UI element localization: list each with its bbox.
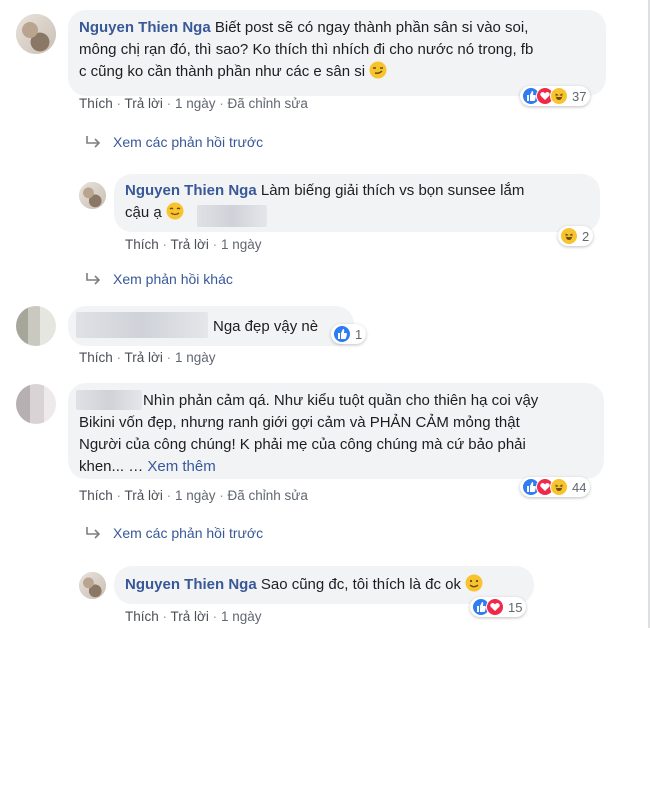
like-link[interactable]: Thích [125, 609, 159, 624]
comment-actions: Thích · Trả lời · 1 ngày · Đã chỉnh sửa [79, 96, 308, 111]
comment-text: Nguyen Thien Nga Làm biếng giải thích vs… [125, 182, 525, 221]
reply-arrow-icon [86, 136, 101, 148]
reaction-count: 1 [355, 326, 363, 342]
smile-emoji [465, 574, 483, 592]
like-link[interactable]: Thích [79, 96, 113, 111]
like-link[interactable]: Thích [79, 350, 113, 365]
reaction-summary[interactable]: 2 [558, 226, 594, 246]
blurred-content [197, 205, 267, 227]
timestamp[interactable]: 1 ngày [175, 96, 216, 111]
comment-text: Nguyen Thien Nga Biết post sẽ có ngay th… [79, 19, 534, 80]
comment-actions: Thích · Trả lời · 1 ngày · Đã chỉnh sửa [79, 488, 308, 503]
comment-actions: Thích · Trả lời · 1 ngày [125, 237, 262, 252]
comment-actions: Thích · Trả lời · 1 ngày [125, 609, 262, 624]
view-previous-replies[interactable]: Xem các phản hồi trước [84, 134, 263, 150]
haha-icon [560, 227, 578, 245]
reply-link[interactable]: Trả lời [171, 237, 209, 252]
avatar[interactable] [16, 14, 56, 54]
comment-text: Nhìn phản cảm qá. Như kiểu tuột quần cho… [79, 392, 539, 475]
edited-label[interactable]: Đã chỉnh sửa [228, 488, 308, 503]
see-more-link[interactable]: Xem thêm [147, 458, 215, 475]
comment-text: Nguyen Thien Nga Sao cũng đc, tôi thích … [125, 574, 535, 596]
author-name[interactable]: Nguyen Thien Nga [125, 182, 257, 199]
avatar[interactable] [16, 384, 56, 424]
author-name[interactable]: Nguyen Thien Nga [79, 19, 211, 36]
love-icon [486, 598, 504, 616]
avatar[interactable] [79, 182, 106, 209]
timestamp[interactable]: 1 ngày [175, 350, 216, 365]
timestamp[interactable]: 1 ngày [221, 609, 262, 624]
reaction-summary[interactable]: 37 [520, 86, 591, 106]
reaction-summary[interactable]: 1 [331, 324, 367, 344]
view-previous-replies[interactable]: Xem các phản hồi trước [84, 525, 263, 541]
edited-label[interactable]: Đã chỉnh sửa [228, 96, 308, 111]
reply-link[interactable]: Trả lời [125, 350, 163, 365]
timestamp[interactable]: 1 ngày [221, 237, 262, 252]
haha-icon [550, 478, 568, 496]
reaction-count: 15 [508, 599, 523, 615]
blurred-author-name [76, 312, 208, 338]
reaction-summary[interactable]: 44 [520, 477, 591, 497]
like-link[interactable]: Thích [125, 237, 159, 252]
smirk-emoji [369, 61, 387, 79]
reply-arrow-icon [86, 273, 101, 285]
reply-link[interactable]: Trả lời [125, 96, 163, 111]
comment-text: Nga đẹp vậy nè [213, 318, 319, 335]
author-name[interactable]: Nguyen Thien Nga [125, 576, 257, 593]
like-link[interactable]: Thích [79, 488, 113, 503]
reaction-count: 44 [572, 479, 587, 495]
reaction-summary[interactable]: 15 [470, 597, 527, 617]
reply-link[interactable]: Trả lời [171, 609, 209, 624]
haha-icon [550, 87, 568, 105]
comment-thread: Nguyen Thien Nga Biết post sẽ có ngay th… [0, 0, 650, 628]
avatar[interactable] [79, 572, 106, 599]
like-icon [333, 325, 351, 343]
timestamp[interactable]: 1 ngày [175, 488, 216, 503]
reply-arrow-icon [86, 527, 101, 539]
reply-link[interactable]: Trả lời [125, 488, 163, 503]
reaction-count: 2 [582, 228, 590, 244]
blush-emoji [166, 202, 184, 220]
comment-actions: Thích · Trả lời · 1 ngày [79, 350, 216, 365]
avatar[interactable] [16, 306, 56, 346]
view-more-replies[interactable]: Xem phản hồi khác [84, 271, 233, 287]
reaction-count: 37 [572, 88, 587, 104]
